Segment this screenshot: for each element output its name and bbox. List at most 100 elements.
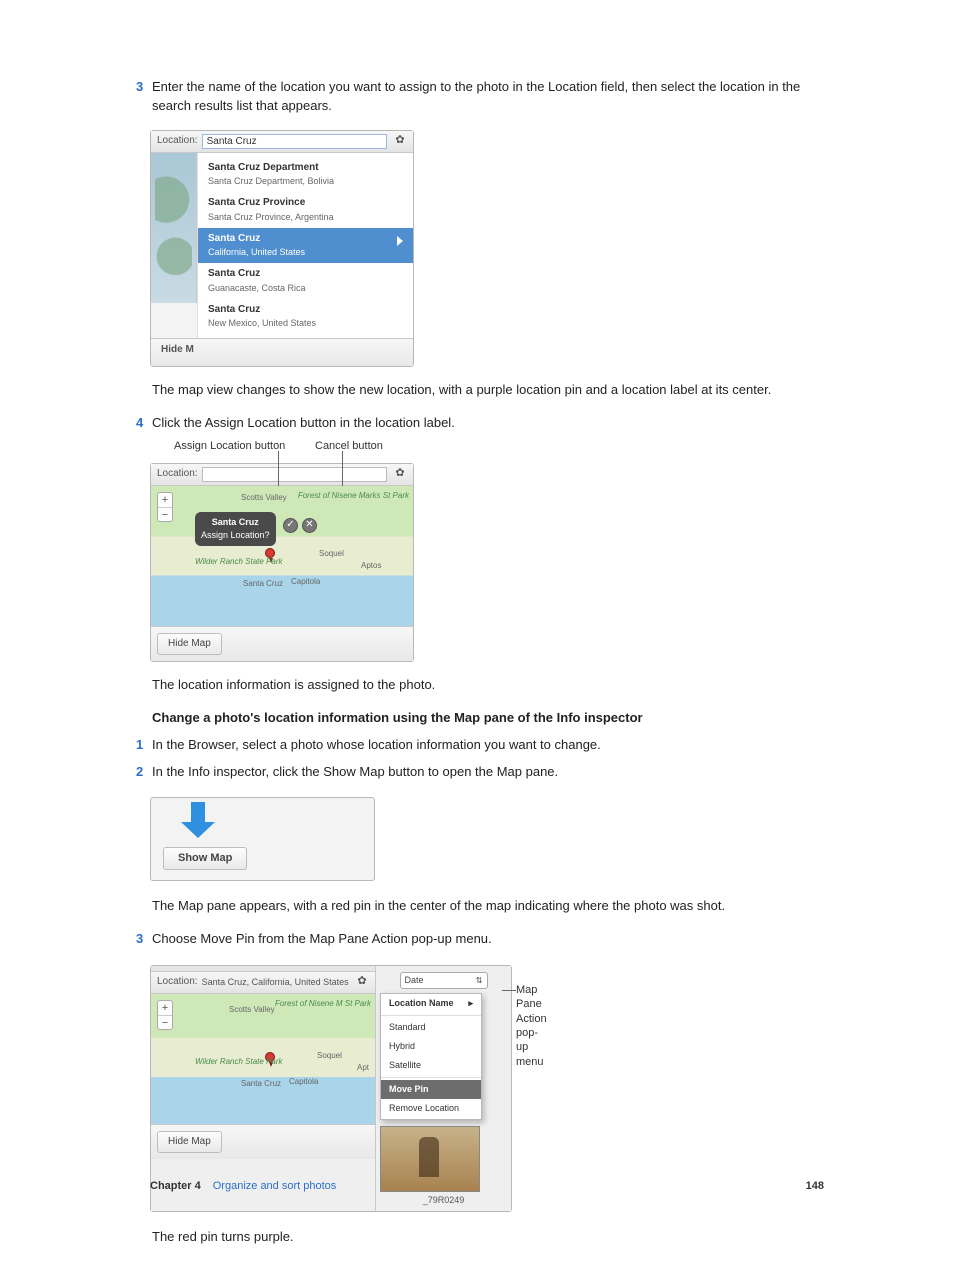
date-combo[interactable]: Date ⇅ — [400, 972, 488, 989]
map-canvas[interactable]: + − Scotts Valley Forest of Nisene Marks… — [151, 486, 413, 626]
zoom-out-button[interactable]: − — [158, 1015, 172, 1029]
result-title: Santa Cruz Department — [208, 161, 403, 176]
callout-assign-location: Assign Location button — [174, 439, 285, 455]
assign-location-button[interactable]: ✓ — [283, 518, 298, 533]
move-pin-menu-screenshot: Map Pane Action pop-up menu Location: Sa… — [150, 965, 548, 1211]
pill-subtitle: Assign Location? — [201, 529, 270, 542]
search-result-item-selected[interactable]: Santa Cruz California, United States — [198, 228, 413, 264]
map-label-soquel: Soquel — [319, 548, 344, 560]
map-label-wilder: Wilder Ranch State Park — [195, 1056, 283, 1068]
step-text: In the Info inspector, click the Show Ma… — [150, 763, 824, 782]
zoom-in-button[interactable]: + — [158, 1001, 172, 1015]
combo-chevrons-icon: ⇅ — [476, 975, 483, 987]
menu-item-satellite[interactable]: Satellite — [381, 1056, 481, 1075]
menu-item-move-pin[interactable]: Move Pin — [381, 1080, 481, 1099]
subheading: Change a photo's location information us… — [152, 709, 824, 728]
step-number: 3 — [136, 78, 143, 97]
show-map-screenshot: Show Map — [150, 797, 375, 881]
gear-icon[interactable]: ✿ — [355, 975, 369, 989]
menu-item-standard[interactable]: Standard — [381, 1018, 481, 1037]
location-label: Location: — [157, 134, 198, 149]
step-text: Enter the name of the location you want … — [150, 78, 824, 116]
step-text: Click the Assign Location button in the … — [150, 414, 824, 433]
step-number: 2 — [136, 763, 143, 782]
map-label-aptos: Aptos — [361, 560, 381, 572]
map-label-capitola: Capitola — [291, 576, 320, 588]
location-label: Location: — [157, 467, 198, 482]
map-label-soquel: Soquel — [317, 1050, 342, 1062]
callout-map-pane-action: Map Pane Action pop-up menu — [516, 983, 548, 1069]
zoom-in-button[interactable]: + — [158, 493, 172, 507]
result-title: Santa Cruz Province — [208, 196, 403, 211]
location-label: Location: — [157, 975, 198, 990]
body-paragraph: The Map pane appears, with a red pin in … — [152, 897, 824, 916]
footer-section: Organize and sort photos — [213, 1179, 806, 1195]
callout-cancel: Cancel button — [315, 439, 383, 455]
location-search-input[interactable] — [202, 134, 387, 149]
result-subtitle: Santa Cruz Department, Bolivia — [208, 175, 403, 188]
footer-chapter: Chapter 4 — [150, 1179, 201, 1195]
body-paragraph: The map view changes to show the new loc… — [152, 381, 824, 400]
hide-map-truncated[interactable]: Hide M — [153, 339, 202, 362]
result-subtitle: California, United States — [208, 246, 403, 259]
result-title: Santa Cruz — [208, 232, 403, 247]
step-text: In the Browser, select a photo whose loc… — [150, 736, 824, 755]
result-subtitle: Guanacaste, Costa Rica — [208, 282, 403, 295]
date-label: Date — [405, 974, 424, 987]
body-paragraph: The location information is assigned to … — [152, 676, 824, 695]
menu-item-location-name[interactable]: Location Name ▸ — [381, 994, 481, 1013]
search-result-item[interactable]: Santa Cruz Department Santa Cruz Departm… — [198, 157, 413, 193]
map-label-capitola: Capitola — [289, 1076, 318, 1088]
map-label-forest: Forest of Nisene Marks St Park — [298, 490, 409, 502]
step-1b: 1 In the Browser, select a photo whose l… — [150, 736, 824, 755]
zoom-out-button[interactable]: − — [158, 507, 172, 521]
location-search-dropdown-screenshot: Location: ✿ Santa Cruz Department Santa … — [150, 130, 414, 367]
step-3b: 3 Choose Move Pin from the Map Pane Acti… — [150, 930, 824, 949]
pill-title: Santa Cruz — [201, 516, 270, 529]
arrow-down-icon — [181, 802, 215, 836]
gear-icon[interactable]: ✿ — [393, 467, 407, 481]
map-label-santacruz: Santa Cruz — [241, 1078, 281, 1090]
step-number: 4 — [136, 414, 143, 433]
hide-map-button[interactable]: Hide Map — [157, 633, 222, 656]
submenu-arrow-icon: ▸ — [468, 997, 473, 1010]
search-result-item[interactable]: Santa Cruz New Mexico, United States — [198, 299, 413, 335]
step-3: 3 Enter the name of the location you wan… — [150, 78, 824, 116]
zoom-control: + − — [157, 1000, 173, 1030]
thumbnail-filename: _79R0249 — [380, 1194, 507, 1207]
menu-item-hybrid[interactable]: Hybrid — [381, 1037, 481, 1056]
map-label-scotts: Scotts Valley — [241, 492, 287, 504]
menu-item-remove-location[interactable]: Remove Location — [381, 1099, 481, 1118]
step-2b: 2 In the Info inspector, click the Show … — [150, 763, 824, 782]
map-canvas[interactable]: + − Scotts Valley Forest of Nisene M St … — [151, 994, 375, 1124]
page-footer: Chapter 4 Organize and sort photos 148 — [150, 1179, 824, 1195]
step-text: Choose Move Pin from the Map Pane Action… — [150, 930, 824, 949]
show-map-button[interactable]: Show Map — [163, 847, 247, 871]
footer-page-number: 148 — [806, 1179, 824, 1195]
result-title: Santa Cruz — [208, 303, 403, 318]
map-label-santacruz: Santa Cruz — [243, 578, 283, 590]
map-pane-action-menu: Location Name ▸ Standard Hybrid Satellit… — [380, 993, 482, 1119]
search-results-list: Santa Cruz Department Santa Cruz Departm… — [197, 153, 413, 339]
map-label-aptos: Apt — [357, 1062, 369, 1074]
location-toolbar: Location: ✿ — [151, 131, 413, 153]
search-result-item[interactable]: Santa Cruz Province Santa Cruz Province,… — [198, 192, 413, 228]
gear-icon[interactable]: ✿ — [393, 134, 407, 148]
map-label-scotts: Scotts Valley — [229, 1004, 275, 1016]
globe-background — [151, 153, 197, 303]
cancel-button[interactable]: ✕ — [302, 518, 317, 533]
step-number: 1 — [136, 736, 143, 755]
step-4: 4 Click the Assign Location button in th… — [150, 414, 824, 433]
result-title: Santa Cruz — [208, 267, 403, 282]
location-value: Santa Cruz, California, United States — [202, 976, 349, 989]
result-subtitle: New Mexico, United States — [208, 317, 403, 330]
step-number: 3 — [136, 930, 143, 949]
search-result-item[interactable]: Santa Cruz Guanacaste, Costa Rica — [198, 263, 413, 299]
hide-map-button[interactable]: Hide Map — [157, 1131, 222, 1154]
location-input[interactable] — [202, 467, 387, 482]
assign-location-screenshot: Assign Location button Cancel button Loc… — [150, 463, 414, 663]
body-paragraph: The red pin turns purple. — [152, 1228, 824, 1247]
result-subtitle: Santa Cruz Province, Argentina — [208, 211, 403, 224]
zoom-control: + − — [157, 492, 173, 522]
location-toolbar: Location: ✿ — [151, 464, 413, 486]
